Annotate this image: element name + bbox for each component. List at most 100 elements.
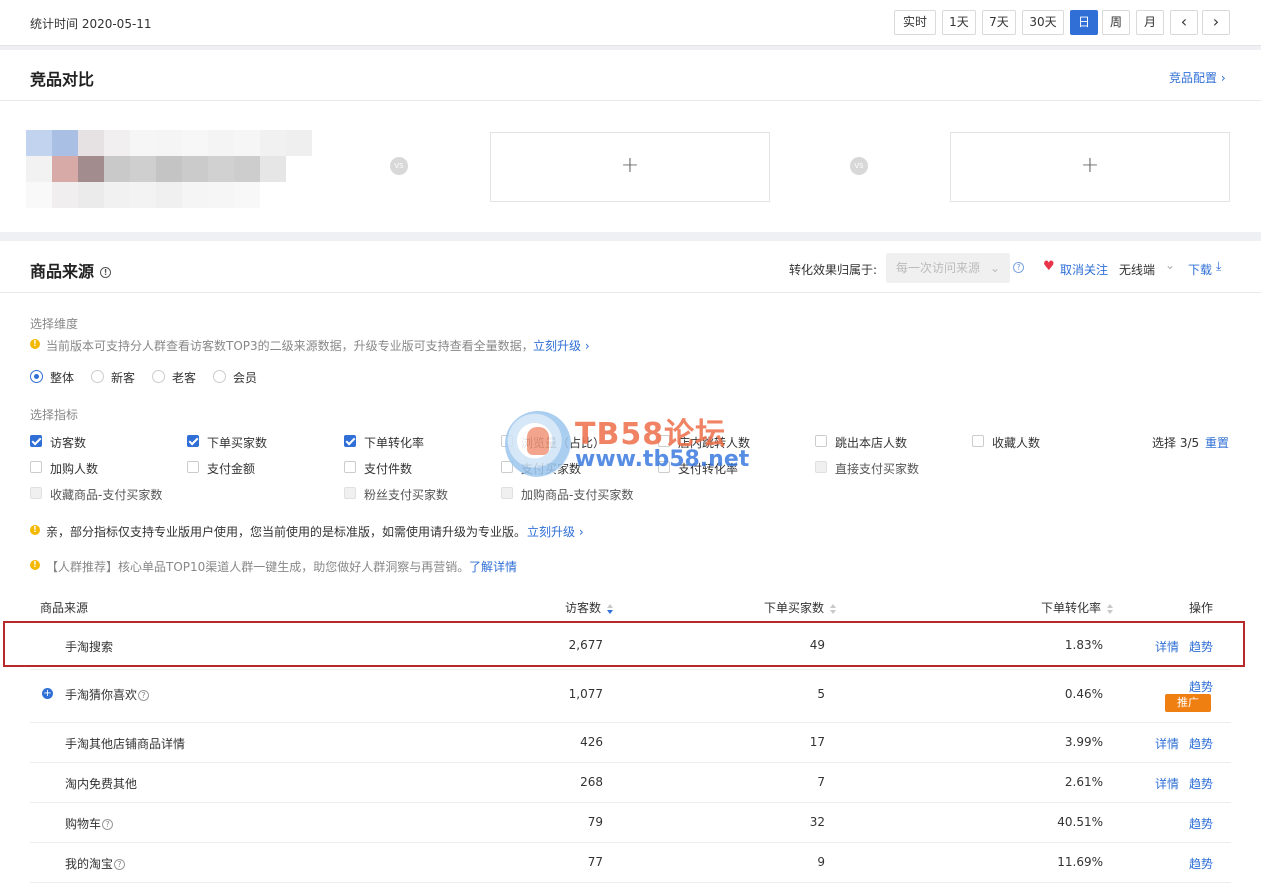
metric-label[interactable]: 加购人数	[50, 460, 98, 477]
info-icon[interactable]: !	[100, 267, 112, 278]
compare-config-link[interactable]: 竞品配置 ›	[1169, 69, 1226, 86]
col-buyers-header[interactable]: 下单买家数	[764, 599, 837, 616]
trend-link[interactable]: 趋势	[1189, 775, 1213, 792]
trend-link[interactable]: 趋势	[1189, 855, 1213, 872]
radio-old-customer[interactable]	[152, 370, 165, 383]
metrics-label: 选择指标	[30, 408, 79, 422]
expand-icon[interactable]: +	[42, 688, 53, 699]
metric-checkbox[interactable]	[30, 435, 42, 447]
metric-checkbox[interactable]	[187, 461, 199, 473]
warning-icon: !	[30, 560, 40, 570]
unfollow-link[interactable]: 取消关注	[1060, 261, 1108, 278]
period-7day-button[interactable]: 7天	[982, 10, 1016, 35]
metric-checkbox[interactable]	[501, 435, 513, 447]
visitors-value: 1,077	[568, 687, 603, 701]
period-1day-button[interactable]: 1天	[942, 10, 976, 35]
visitors-value: 268	[580, 775, 603, 789]
metric-checkbox[interactable]	[658, 461, 670, 473]
add-competitor-1-button[interactable]: +	[490, 132, 770, 202]
radio-member-label[interactable]: 会员	[233, 369, 257, 386]
trend-link[interactable]: 趋势	[1189, 678, 1213, 695]
metric-label[interactable]: 支付件数	[364, 460, 412, 477]
radio-new-customer[interactable]	[91, 370, 104, 383]
help-icon[interactable]: ?	[1012, 260, 1024, 274]
add-competitor-2-button[interactable]: +	[950, 132, 1230, 202]
metric-label[interactable]: 下单转化率	[364, 434, 424, 451]
trend-link[interactable]: 趋势	[1189, 815, 1213, 832]
period-30day-button[interactable]: 30天	[1022, 10, 1064, 35]
period-day-button[interactable]: 日	[1070, 10, 1098, 35]
divider	[30, 669, 1231, 670]
download-link[interactable]: 下载	[1188, 261, 1212, 278]
dimension-tip: 当前版本可支持分人群查看访客数TOP3的二级来源数据，升级专业版可支持查看全量数…	[46, 339, 534, 353]
prev-date-button[interactable]: ‹	[1170, 10, 1198, 35]
metric-label[interactable]: 跳出本店人数	[835, 434, 907, 451]
help-icon[interactable]: ?	[138, 690, 150, 701]
help-icon[interactable]: ?	[114, 859, 126, 870]
trend-link[interactable]: 趋势	[1189, 735, 1213, 752]
metric-checkbox[interactable]	[187, 435, 199, 447]
metric-checkbox	[501, 487, 513, 499]
detail-link[interactable]: 详情	[1155, 775, 1179, 792]
metric-checkbox	[344, 487, 356, 499]
col-rate-header[interactable]: 下单转化率	[1041, 599, 1114, 616]
stat-time: 统计时间 2020-05-11	[30, 17, 152, 31]
buyers-value: 17	[809, 735, 825, 749]
metric-label[interactable]: 访客数	[50, 434, 86, 451]
sort-icon[interactable]	[607, 603, 614, 614]
buyers-value: 7	[817, 775, 825, 789]
metric-label: 粉丝支付买家数	[364, 488, 449, 502]
metric-label[interactable]: 浏览量（占比）	[521, 434, 605, 451]
period-week-button[interactable]: 周	[1102, 10, 1130, 35]
metric-label[interactable]: 支付金额	[207, 460, 255, 477]
detail-link[interactable]: 详情	[1155, 735, 1179, 752]
visitors-value: 426	[580, 735, 603, 749]
heart-icon[interactable]: ♥	[1043, 259, 1055, 274]
select-count: 选择 3/5	[1152, 436, 1200, 450]
col-visitors-header[interactable]: 访客数	[565, 599, 614, 616]
radio-member[interactable]	[213, 370, 226, 383]
metric-label[interactable]: 店内跳转人数	[678, 434, 750, 451]
help-icon[interactable]: ?	[102, 819, 114, 830]
sort-icon[interactable]	[1107, 603, 1114, 614]
metric-checkbox[interactable]	[501, 461, 513, 473]
upgrade-pro-link[interactable]: 立刻升级 ›	[527, 523, 584, 540]
row-highlight-box	[3, 621, 1245, 667]
product-image-blurred[interactable]	[26, 130, 312, 208]
attribution-select[interactable]: 每一次访问来源 ⌄	[886, 253, 1010, 283]
sort-icon[interactable]	[830, 603, 837, 614]
source-name: 手淘其他店铺商品详情	[65, 737, 186, 751]
metric-checkbox[interactable]	[815, 435, 827, 447]
radio-old-customer-label[interactable]: 老客	[172, 369, 196, 386]
metric-label[interactable]: 下单买家数	[207, 434, 267, 451]
metric-checkbox[interactable]	[30, 461, 42, 473]
metric-label: 加购商品-支付买家数	[521, 488, 634, 502]
period-realtime-button[interactable]: 实时	[894, 10, 936, 35]
period-month-button[interactable]: 月	[1136, 10, 1164, 35]
metric-checkbox[interactable]	[972, 435, 984, 447]
upgrade-link[interactable]: 立刻升级 ›	[533, 337, 590, 354]
warning-icon: !	[30, 339, 40, 349]
vs-icon: VS	[390, 157, 408, 175]
metric-checkbox[interactable]	[658, 435, 670, 447]
radio-new-customer-label[interactable]: 新客	[111, 369, 135, 386]
device-select[interactable]: 无线端	[1119, 261, 1155, 278]
divider	[30, 842, 1231, 843]
promote-button[interactable]: 推广	[1165, 694, 1211, 712]
chevron-down-icon[interactable]: ⌄	[1165, 258, 1175, 272]
dimension-label: 选择维度	[30, 317, 79, 331]
metric-checkbox[interactable]	[344, 435, 356, 447]
reset-link[interactable]: 重置	[1205, 434, 1229, 451]
source-name: 手淘猜你喜欢?	[65, 686, 150, 703]
next-date-button[interactable]: ›	[1202, 10, 1230, 35]
learn-more-link[interactable]: 了解详情	[469, 558, 517, 575]
radio-overall[interactable]	[30, 370, 43, 383]
metric-label[interactable]: 收藏人数	[992, 434, 1040, 451]
download-icon[interactable]: ⤓	[1216, 259, 1221, 274]
metric-label[interactable]: 支付买家数	[521, 460, 581, 477]
metric-checkbox[interactable]	[344, 461, 356, 473]
metric-label[interactable]: 支付转化率	[678, 460, 738, 477]
notice-pro: 亲，部分指标仅支持专业版用户使用，您当前使用的是标准版，如需使用请升级为专业版。	[46, 525, 527, 539]
radio-overall-label[interactable]: 整体	[50, 369, 74, 386]
rate-value: 40.51%	[1057, 815, 1103, 829]
